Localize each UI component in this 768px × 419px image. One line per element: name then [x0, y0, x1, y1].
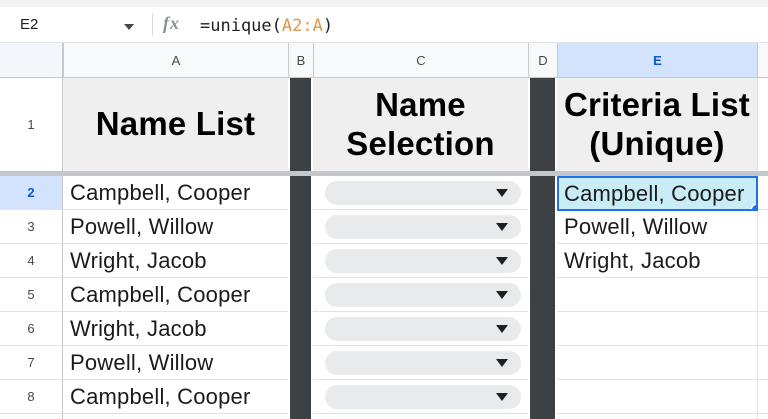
dark-column-d-bottom: [528, 176, 557, 419]
function-icon: fx: [163, 13, 180, 34]
row-header-5[interactable]: 5: [0, 278, 63, 312]
cell-a3[interactable]: Powell, Willow: [63, 210, 288, 244]
column-header-c[interactable]: C: [313, 43, 528, 77]
cell-c3[interactable]: [313, 210, 528, 244]
cell-c1-name-selection[interactable]: Name Selection: [313, 78, 528, 171]
cell-e1-criteria-list[interactable]: Criteria List (Unique): [557, 78, 757, 171]
cell-f7-sliver: [757, 346, 768, 380]
cell-f3-sliver: [757, 210, 768, 244]
name-selection-dropdown[interactable]: [325, 283, 521, 307]
cell-a5[interactable]: Campbell, Cooper: [63, 278, 288, 312]
formula-suffix: ): [323, 16, 333, 36]
sheet-row-4: 4 Wright, Jacob Wright, Jacob: [0, 244, 768, 278]
dropdown-arrow-icon: [496, 257, 508, 265]
cell-c4[interactable]: [313, 244, 528, 278]
dark-column-b-top: [288, 78, 313, 171]
cell-e5[interactable]: [557, 278, 757, 312]
name-box-dropdown-icon[interactable]: [124, 24, 134, 30]
formula-bar: E2 fx =unique(A2:A): [0, 7, 768, 43]
cell-e7[interactable]: [557, 346, 757, 380]
column-header-a[interactable]: A: [63, 43, 288, 77]
toolbar-bottom-strip: [0, 0, 768, 7]
cell-c2[interactable]: [313, 176, 528, 210]
dark-column-d-top: [528, 78, 557, 171]
cell-e3[interactable]: Powell, Willow: [557, 210, 757, 244]
cell-c5[interactable]: [313, 278, 528, 312]
sheet-row-6: 6 Wright, Jacob: [0, 312, 768, 346]
cell-f9-partial: [757, 414, 768, 419]
cell-c9-partial: [313, 414, 528, 419]
dropdown-arrow-icon: [496, 359, 508, 367]
row-header-4[interactable]: 4: [0, 244, 63, 278]
sheet-row-9-partial: [0, 414, 768, 419]
cell-f5-sliver: [757, 278, 768, 312]
cell-e2-value: Campbell, Cooper: [564, 181, 745, 207]
row-header-6[interactable]: 6: [0, 312, 63, 346]
sheet-row-3: 3 Powell, Willow Powell, Willow: [0, 210, 768, 244]
sheet-row-2: 2 Campbell, Cooper Campbell, Cooper: [0, 176, 768, 210]
cell-f4-sliver: [757, 244, 768, 278]
cell-c6[interactable]: [313, 312, 528, 346]
dark-column-b-bottom: [288, 176, 313, 419]
name-selection-dropdown[interactable]: [325, 351, 521, 375]
column-header-d[interactable]: D: [528, 43, 557, 77]
cell-f6-sliver: [757, 312, 768, 346]
cell-f2-sliver: [757, 176, 768, 210]
cell-e9-partial: [557, 414, 757, 419]
name-selection-dropdown[interactable]: [325, 385, 521, 409]
dropdown-arrow-icon: [496, 393, 508, 401]
name-selection-dropdown[interactable]: [325, 317, 521, 341]
header-row-1: 1 Name List Name Selection Criteria List…: [0, 78, 768, 171]
formula-bar-divider: [152, 13, 153, 36]
sheet-row-5: 5 Campbell, Cooper: [0, 278, 768, 312]
cell-c7[interactable]: [313, 346, 528, 380]
cell-e6[interactable]: [557, 312, 757, 346]
formula-range-reference: A2:A: [282, 16, 323, 36]
cell-e4[interactable]: Wright, Jacob: [557, 244, 757, 278]
name-selection-dropdown[interactable]: [325, 181, 521, 205]
cell-c8[interactable]: [313, 380, 528, 414]
formula-input[interactable]: =unique(A2:A): [200, 16, 333, 36]
cell-e2-selected[interactable]: Campbell, Cooper: [557, 176, 758, 211]
dropdown-arrow-icon: [496, 291, 508, 299]
cell-a8[interactable]: Campbell, Cooper: [63, 380, 288, 414]
row-header-2[interactable]: 2: [0, 176, 63, 210]
column-header-next-sliver: [757, 43, 768, 77]
formula-prefix: =unique(: [200, 16, 282, 36]
cell-a2[interactable]: Campbell, Cooper: [63, 176, 288, 210]
name-selection-dropdown[interactable]: [325, 215, 521, 239]
column-header-e-selected[interactable]: E: [557, 43, 757, 77]
cell-a4[interactable]: Wright, Jacob: [63, 244, 288, 278]
row-header-9-partial: [0, 414, 63, 419]
cell-f8-sliver: [757, 380, 768, 414]
row-header-7[interactable]: 7: [0, 346, 63, 380]
fill-handle[interactable]: [752, 205, 758, 211]
dropdown-arrow-icon: [496, 223, 508, 231]
row-header-1[interactable]: 1: [0, 78, 63, 171]
frozen-row-divider[interactable]: [0, 171, 768, 176]
dropdown-arrow-icon: [496, 189, 508, 197]
sheet-row-8: 8 Campbell, Cooper: [0, 380, 768, 414]
cell-f1-sliver: [757, 78, 768, 171]
name-box[interactable]: E2: [20, 16, 38, 33]
cell-a1-name-list[interactable]: Name List: [63, 78, 288, 171]
row-header-3[interactable]: 3: [0, 210, 63, 244]
cell-a6[interactable]: Wright, Jacob: [63, 312, 288, 346]
cell-e8[interactable]: [557, 380, 757, 414]
row-header-8[interactable]: 8: [0, 380, 63, 414]
column-header-b[interactable]: B: [288, 43, 313, 77]
sheet-row-7: 7 Powell, Willow: [0, 346, 768, 380]
dropdown-arrow-icon: [496, 325, 508, 333]
select-all-corner[interactable]: [0, 43, 63, 77]
name-selection-dropdown[interactable]: [325, 249, 521, 273]
cell-a7[interactable]: Powell, Willow: [63, 346, 288, 380]
cell-a9-partial: [63, 414, 288, 419]
